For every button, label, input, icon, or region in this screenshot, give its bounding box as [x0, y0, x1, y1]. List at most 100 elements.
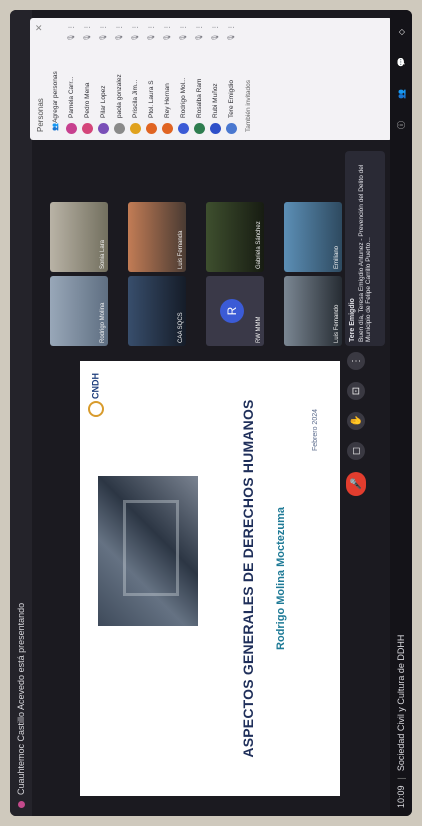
participant-tiles: Rodrigo Molina CAA SQCS Sonia Lara Luis … [50, 146, 342, 346]
more-icon[interactable]: ⋮ [131, 24, 139, 31]
participant-tile[interactable]: Rodrigo Molina [50, 276, 108, 346]
avatar [145, 123, 157, 134]
presenter-text: Cuauhtemoc Castillo Acevedo está present… [16, 602, 26, 795]
participant-tile[interactable]: Luis Fernando [284, 276, 342, 346]
mic-muted-icon: 🎙 [68, 33, 75, 42]
slide-presenter-name: Rodrigo Molina Moctezuma [275, 507, 287, 650]
participant-tile[interactable]: R RW MMM [206, 276, 264, 346]
chat-message[interactable]: Tere Emigdio Buen día, Teresa Emigdio An… [345, 151, 385, 346]
avatar [81, 123, 93, 134]
list-item[interactable]: Pilar Lopez 🎙 ⋮ [95, 18, 111, 140]
tile-label: Luis Fernanda [178, 230, 184, 269]
person-name: Pamela Carr... [67, 76, 75, 118]
person-name: Tere Emigdio [227, 80, 235, 118]
list-item[interactable]: Rubi Muñoz 🎙 ⋮ [207, 18, 223, 140]
mic-muted-icon: 🎙 [100, 33, 107, 42]
mic-muted-icon: 🎙 [148, 33, 155, 42]
list-item[interactable]: Pedro Mena 🎙 ⋮ [79, 18, 95, 140]
mic-muted-icon: 🎙 [132, 33, 139, 42]
mic-muted-icon: 🎙 [228, 33, 235, 42]
list-item[interactable]: Pamela Carr... 🎙 ⋮ [63, 18, 79, 140]
presenter-bar: Cuauhtemoc Castillo Acevedo está present… [10, 10, 32, 816]
list-item[interactable]: paola gonzalez 🎙 ⋮ [111, 18, 127, 140]
tile-label: RW MMM [256, 316, 262, 343]
activities-icon[interactable]: ◇ [397, 29, 406, 35]
close-icon[interactable]: ✕ [34, 24, 45, 32]
list-item[interactable]: Ptol. Laura S 🎙 ⋮ [143, 18, 159, 140]
mic-muted-icon: 🎙 [196, 33, 203, 42]
participant-tile[interactable]: CAA SQCS [128, 276, 186, 346]
people-panel: Personas ✕ 👥 Agregar personas Pamela Car… [30, 18, 392, 140]
person-name: Rubi Muñoz [211, 83, 219, 118]
more-icon[interactable]: ⋮ [99, 24, 107, 31]
avatar: R [220, 299, 244, 323]
tile-label: CAA SQCS [178, 312, 184, 343]
side-tray: ⓘ 👥 💬 ◇ [392, 18, 410, 140]
list-item[interactable]: Rey Hernan 🎙 ⋮ [159, 18, 175, 140]
avatar [97, 123, 109, 134]
more-icon[interactable]: ⋮ [67, 24, 75, 31]
more-icon[interactable]: ⋮ [211, 24, 219, 31]
participant-tile[interactable]: Luis Fernanda [128, 202, 186, 272]
mic-muted-icon: 🎙 [164, 33, 171, 42]
avatar [65, 123, 77, 134]
more-options-button[interactable]: ⋮ [347, 352, 365, 370]
mic-toggle-button[interactable]: 🎤 [346, 472, 366, 496]
people-panel-title: Personas [36, 98, 45, 132]
person-name: Rosalba Ram [195, 78, 203, 118]
avatar [209, 123, 221, 134]
participant-tile[interactable]: Emiliano [284, 202, 342, 272]
more-icon[interactable]: ⋮ [179, 24, 187, 31]
chat-icon[interactable]: 💬 [397, 57, 406, 67]
mic-muted-icon: 🎙 [212, 33, 219, 42]
slide-photo [98, 476, 198, 626]
more-icon[interactable]: ⋮ [147, 24, 155, 31]
people-list: Pamela Carr... 🎙 ⋮ Pedro Mena 🎙 ⋮ Pilar Lopez 🎙… [63, 18, 239, 140]
person-name: Priscila Jim... [131, 79, 139, 118]
participant-tile[interactable]: Sonia Lara [50, 202, 108, 272]
person-name: Rey Hernan [163, 83, 171, 118]
tile-label: Emiliano [334, 245, 340, 269]
mic-muted-icon: 🎙 [84, 33, 91, 42]
person-name: Ptol. Laura S [147, 80, 155, 118]
avatar [129, 123, 141, 134]
more-icon[interactable]: ⋮ [115, 24, 123, 31]
list-item[interactable]: Priscila Jim... 🎙 ⋮ [127, 18, 143, 140]
meeting-title: Sociedad Civil y Cultura de DDHH [396, 634, 406, 772]
add-people-button[interactable]: 👥 Agregar personas [47, 18, 63, 140]
list-item[interactable]: Rosalba Ram 🎙 ⋮ [191, 18, 207, 140]
person-name: Rodrigo Mol... [179, 77, 187, 118]
mic-muted-icon: 🎙 [116, 33, 123, 42]
info-icon[interactable]: ⓘ [396, 121, 407, 129]
more-icon[interactable]: ⋮ [83, 24, 91, 31]
add-person-icon: 👥 [52, 122, 59, 131]
tile-label: Luis Fernando [334, 304, 340, 343]
meeting-window: Cuauhtemoc Castillo Acevedo está present… [10, 10, 412, 816]
present-button[interactable]: ⊡ [347, 382, 365, 400]
list-item[interactable]: Rodrigo Mol... 🎙 ⋮ [175, 18, 191, 140]
people-icon[interactable]: 👥 [397, 89, 406, 99]
tile-label: Sonia Lara [100, 239, 106, 269]
clock: 10:09 [396, 785, 406, 808]
raise-hand-button[interactable]: ✋ [347, 412, 365, 430]
more-icon[interactable]: ⋮ [195, 24, 203, 31]
cndh-logo: CNDH [88, 369, 118, 421]
avatar [177, 123, 189, 134]
avatar [113, 123, 125, 134]
presenter-indicator [17, 801, 25, 808]
list-item[interactable]: Tere Emigdio 🎙 ⋮ [223, 18, 239, 140]
tile-label: Gabriela Sánchez [256, 221, 262, 269]
avatar [193, 123, 205, 134]
chat-sender: Tere Emigdio [349, 298, 356, 342]
person-name: Pilar Lopez [99, 85, 107, 118]
tile-label: Rodrigo Molina [100, 302, 106, 343]
people-footer: También invitados [245, 79, 252, 132]
mic-muted-icon: 🎙 [180, 33, 187, 42]
add-people-label: Agregar personas [51, 71, 59, 123]
more-icon[interactable]: ⋮ [163, 24, 171, 31]
avatar [225, 123, 237, 134]
participant-tile[interactable]: Gabriela Sánchez [206, 202, 264, 272]
camera-toggle-button[interactable]: ◻ [347, 442, 365, 460]
more-icon[interactable]: ⋮ [227, 24, 235, 31]
slide-date: Febrero 2024 [312, 409, 319, 452]
